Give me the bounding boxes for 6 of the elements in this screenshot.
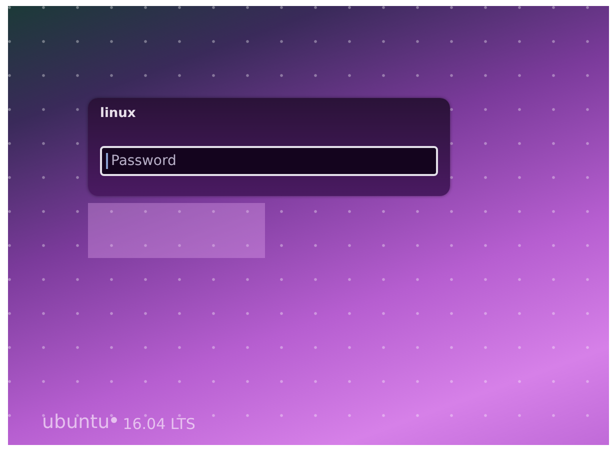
username[interactable]: linux (100, 106, 136, 121)
version-label: 16.04 LTS (122, 415, 196, 433)
password-field[interactable]: Password (100, 146, 438, 176)
text-cursor-icon (106, 153, 108, 169)
registered-mark-icon (110, 417, 117, 423)
brand-name: ubuntu (42, 411, 110, 433)
